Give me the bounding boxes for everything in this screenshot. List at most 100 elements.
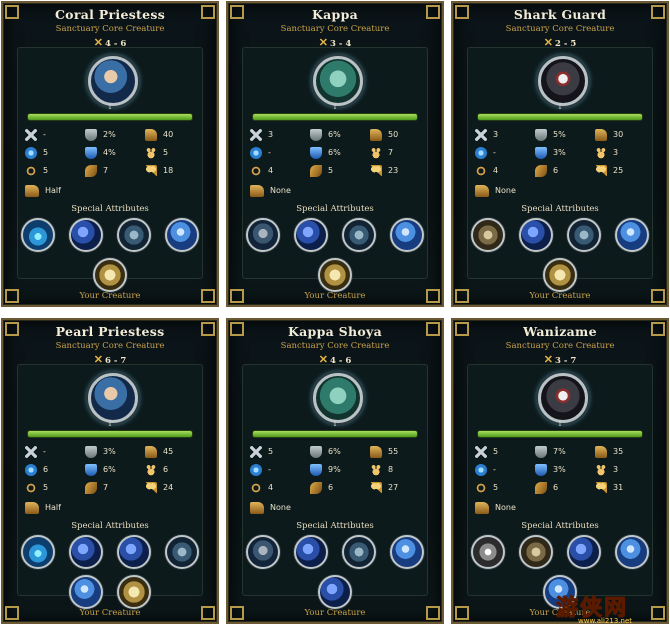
serpent-orb-icon[interactable] — [294, 218, 328, 252]
creature-card[interactable]: Kappa Sanctuary Core Creature ✕ 3 - 4 1 3 6% 50… — [226, 1, 444, 307]
serpent-orb-icon[interactable] — [69, 218, 103, 252]
stats-row: 3 5% 30 — [475, 127, 655, 145]
vitruvian-orb-icon[interactable] — [117, 575, 151, 609]
damage-range: ✕ 2 - 5 — [453, 36, 667, 49]
stat-cell: 4 — [250, 480, 273, 498]
serpent-orb-icon[interactable] — [294, 535, 328, 569]
vitruvian-orb-icon[interactable] — [543, 258, 577, 292]
damage-range: ✕ 6 - 7 — [3, 353, 217, 366]
creature-card-grid: Coral Priestess Sanctuary Core Creature ✕ 4… — [0, 0, 670, 630]
stat-value: 3 — [493, 130, 499, 139]
stat-value: 35 — [613, 447, 624, 456]
stat-cell: 6 — [145, 462, 168, 480]
water-orb-icon[interactable] — [21, 218, 55, 252]
beast-orb-icon[interactable] — [117, 218, 151, 252]
stat-value: 23 — [388, 166, 399, 175]
stat-cell: 7% — [535, 444, 566, 462]
blue-orb-icon[interactable] — [390, 535, 424, 569]
creature-card[interactable]: Kappa Shoya Sanctuary Core Creature ✕ 4 - 6… — [226, 318, 444, 624]
water-orb-icon[interactable] — [21, 535, 55, 569]
stat-cell: 7 — [370, 145, 393, 163]
stat-value: 6 — [553, 166, 559, 175]
creature-card[interactable]: Shark Guard Sanctuary Core Creature ✕ 2 - 5… — [451, 1, 669, 307]
blue-orb-icon[interactable] — [69, 575, 103, 609]
stats-row: - 2% 40 — [25, 127, 205, 145]
bird-orb-icon[interactable] — [246, 535, 280, 569]
creature-portrait[interactable] — [313, 56, 363, 106]
heart-icon — [595, 481, 607, 494]
stat-value: 6% — [328, 447, 341, 456]
creature-card[interactable]: Wanizame Sanctuary Core Creature ✕ 3 - 7 1 5 7… — [451, 318, 669, 624]
shark-orb-icon[interactable] — [471, 535, 505, 569]
stat-cell: 5 — [145, 145, 168, 163]
creature-portrait[interactable] — [88, 373, 138, 423]
beast-orb-icon[interactable] — [342, 535, 376, 569]
stats-row: 5 4% 5 — [25, 145, 205, 163]
sword-icon — [250, 445, 262, 458]
blue-orb-icon[interactable] — [165, 218, 199, 252]
stat-cell: 3 — [475, 127, 498, 145]
paw-icon — [595, 463, 607, 476]
special-attributes-list — [463, 215, 657, 295]
stat-value: 45 — [163, 447, 174, 456]
stat-cell: 8 — [370, 462, 393, 480]
serpent-orb-icon[interactable] — [567, 535, 601, 569]
boot-icon — [595, 445, 607, 458]
stat-cell: 9% — [310, 462, 341, 480]
serpent-orb-icon[interactable] — [117, 535, 151, 569]
heart-icon — [595, 164, 607, 177]
paw-icon — [370, 463, 382, 476]
creature-portrait[interactable] — [538, 373, 588, 423]
creature-portrait[interactable] — [538, 56, 588, 106]
beast-orb-icon[interactable] — [342, 218, 376, 252]
movement-type: Half — [25, 184, 61, 198]
stat-value: 3% — [553, 148, 566, 157]
vitruvian-orb-icon[interactable] — [318, 258, 352, 292]
stats-row: 5 7 24 — [25, 480, 205, 498]
health-bar — [477, 430, 643, 438]
movement-value: None — [270, 503, 291, 512]
bird-orb-icon[interactable] — [246, 218, 280, 252]
vitruvian-orb-icon[interactable] — [93, 258, 127, 292]
blue-orb-icon[interactable] — [615, 535, 649, 569]
magic-shield-icon — [310, 463, 322, 476]
damage-range: ✕ 4 - 6 — [228, 353, 442, 366]
lasso-icon — [25, 164, 37, 177]
movement-value: None — [495, 503, 516, 512]
serpent-orb-icon[interactable] — [318, 575, 352, 609]
movement-icon — [25, 184, 39, 197]
stat-cell: 4 — [475, 163, 498, 181]
serpent-orb-icon[interactable] — [69, 535, 103, 569]
creature-level: 1 — [107, 103, 113, 111]
stone-orb-icon[interactable] — [519, 535, 553, 569]
wing-icon — [85, 164, 97, 177]
serpent-orb-icon[interactable] — [519, 218, 553, 252]
stat-cell: 6 — [25, 462, 48, 480]
creature-card[interactable]: Coral Priestess Sanctuary Core Creature ✕ 4… — [1, 1, 219, 307]
shield-icon — [535, 445, 547, 458]
creature-card[interactable]: Pearl Priestess Sanctuary Core Creature ✕ 6… — [1, 318, 219, 624]
special-attributes-list — [238, 532, 432, 612]
beast-orb-icon[interactable] — [165, 535, 199, 569]
stat-cell: - — [25, 127, 46, 145]
stat-cell: 4 — [250, 163, 273, 181]
stone-orb-icon[interactable] — [471, 218, 505, 252]
blue-orb-icon[interactable] — [390, 218, 424, 252]
creature-portrait[interactable] — [88, 56, 138, 106]
creature-type: Sanctuary Core Creature — [280, 24, 390, 34]
special-attributes-label: Special Attributes — [521, 521, 599, 531]
magic-shield-icon — [310, 146, 322, 159]
stat-cell: 3 — [250, 127, 273, 145]
stats-grid: 5 7% 35-3% 3 5 6 31 — [475, 444, 655, 498]
stat-value: - — [493, 465, 496, 474]
crossed-swords-icon: ✕ — [93, 353, 103, 366]
stat-cell: 5% — [535, 127, 566, 145]
stats-row: - 3% 3 — [475, 462, 655, 480]
creature-portrait[interactable] — [313, 373, 363, 423]
creature-name: Kappa Shoya — [287, 324, 382, 339]
stat-cell: 7 — [85, 480, 108, 498]
ownership-label: Your Creature — [304, 291, 366, 301]
beast-orb-icon[interactable] — [567, 218, 601, 252]
blue-orb-icon[interactable] — [615, 218, 649, 252]
stat-value: 4 — [493, 166, 499, 175]
